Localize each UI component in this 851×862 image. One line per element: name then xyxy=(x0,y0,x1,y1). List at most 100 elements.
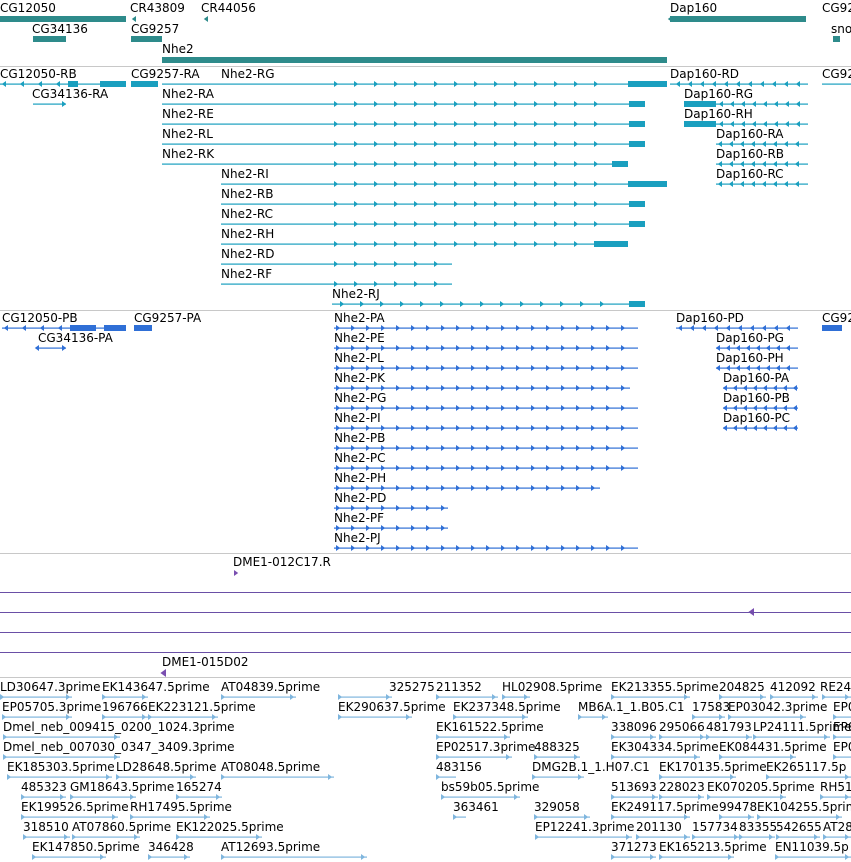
transcript-feature[interactable] xyxy=(574,241,579,247)
transcript-feature[interactable] xyxy=(534,221,539,227)
est-label[interactable]: AT04839.5prime xyxy=(221,681,320,694)
transcript-feature[interactable] xyxy=(454,241,459,247)
est-label[interactable]: 513693 xyxy=(611,781,657,794)
protein-feature[interactable] xyxy=(591,485,596,491)
est-label[interactable]: EK185303.5prime xyxy=(7,761,115,774)
est-label[interactable]: 412092 xyxy=(770,681,816,694)
transcript-feature[interactable] xyxy=(554,201,559,207)
transcript-feature[interactable] xyxy=(514,201,519,207)
est-feature[interactable] xyxy=(611,696,690,698)
est-feature[interactable] xyxy=(578,774,583,780)
protein-feature[interactable] xyxy=(426,445,431,451)
transcript-feature[interactable] xyxy=(354,201,359,207)
est-label[interactable]: 201130 xyxy=(636,821,682,834)
protein-feature[interactable] xyxy=(531,385,536,391)
est-label[interactable]: EK304334.5prime xyxy=(611,741,719,754)
est-feature[interactable] xyxy=(684,814,689,820)
est-feature[interactable] xyxy=(116,776,196,778)
gene-feature[interactable] xyxy=(667,16,672,22)
est-label[interactable]: EK213355.5prime xyxy=(611,681,719,694)
est-feature[interactable] xyxy=(757,816,842,818)
protein-label[interactable]: Dap160-PC xyxy=(723,412,790,425)
transcript-feature[interactable] xyxy=(675,81,680,87)
protein-feature[interactable] xyxy=(411,405,416,411)
transcript-feature[interactable] xyxy=(221,183,667,185)
transcript-feature[interactable] xyxy=(414,121,419,127)
transcript-label[interactable]: CG92 xyxy=(822,68,851,81)
protein-feature[interactable] xyxy=(576,325,581,331)
est-label[interactable]: EP0 xyxy=(833,701,851,714)
protein-label[interactable]: Dap160-PD xyxy=(676,312,744,325)
protein-feature[interactable] xyxy=(621,545,626,551)
est-feature[interactable] xyxy=(775,856,851,858)
transcript-label[interactable]: Nhe2-RJ xyxy=(332,288,380,301)
transcript-feature[interactable] xyxy=(629,301,645,307)
transcript-feature[interactable] xyxy=(600,301,605,307)
est-label[interactable]: 318510 xyxy=(23,821,69,834)
transcript-feature[interactable] xyxy=(354,161,359,167)
gene-feature[interactable] xyxy=(833,36,840,42)
transcript-feature[interactable] xyxy=(394,121,399,127)
transcript-label[interactable]: Nhe2-RF xyxy=(221,268,272,281)
protein-feature[interactable] xyxy=(441,545,446,551)
transcript-feature[interactable] xyxy=(334,81,339,87)
transcript-feature[interactable] xyxy=(332,303,645,305)
gene-feature[interactable] xyxy=(670,16,806,22)
protein-feature[interactable] xyxy=(426,505,431,511)
protein-feature[interactable] xyxy=(486,385,491,391)
protein-feature[interactable] xyxy=(441,405,446,411)
transcript-feature[interactable] xyxy=(822,83,851,85)
transcript-feature[interactable] xyxy=(772,181,777,187)
transcript-feature[interactable] xyxy=(494,101,499,107)
est-label[interactable]: 157734 xyxy=(692,821,738,834)
transcript-feature[interactable] xyxy=(454,221,459,227)
transcript-feature[interactable] xyxy=(628,81,667,87)
transcript-feature[interactable] xyxy=(629,121,645,127)
est-label[interactable]: 325275 xyxy=(389,681,435,694)
protein-feature[interactable] xyxy=(396,485,401,491)
protein-feature[interactable] xyxy=(351,545,356,551)
protein-feature[interactable] xyxy=(785,345,790,351)
protein-label[interactable]: CG12050-PB xyxy=(2,312,78,325)
transcript-feature[interactable] xyxy=(574,121,579,127)
transcript-feature[interactable] xyxy=(717,181,722,187)
protein-feature[interactable] xyxy=(561,425,566,431)
protein-feature[interactable] xyxy=(34,345,39,351)
est-feature[interactable] xyxy=(719,696,766,698)
transcript-feature[interactable] xyxy=(334,241,339,247)
transcript-feature[interactable] xyxy=(394,101,399,107)
est-feature[interactable] xyxy=(148,854,153,860)
transcript-feature[interactable] xyxy=(594,181,599,187)
transcript-feature[interactable] xyxy=(334,181,339,187)
protein-feature[interactable] xyxy=(456,325,461,331)
protein-feature[interactable] xyxy=(591,405,596,411)
transcript-feature[interactable] xyxy=(434,281,439,287)
protein-feature[interactable] xyxy=(62,345,67,351)
protein-feature[interactable] xyxy=(606,445,611,451)
transcript-feature[interactable] xyxy=(454,201,459,207)
est-label[interactable]: bs59b05.5prime xyxy=(441,781,539,794)
protein-feature[interactable] xyxy=(411,345,416,351)
transcript-feature[interactable] xyxy=(354,81,359,87)
est-feature[interactable] xyxy=(845,854,850,860)
transcript-feature[interactable] xyxy=(420,301,425,307)
est-feature[interactable] xyxy=(338,714,343,720)
transcript-feature[interactable] xyxy=(354,221,359,227)
protein-feature[interactable] xyxy=(606,545,611,551)
protein-feature[interactable] xyxy=(792,385,797,391)
protein-feature[interactable] xyxy=(381,545,386,551)
transcript-feature[interactable] xyxy=(162,143,645,145)
transcript-feature[interactable] xyxy=(374,261,379,267)
est-feature[interactable] xyxy=(611,756,700,758)
clone-label[interactable]: DME1-012C17.R xyxy=(233,556,331,569)
protein-feature[interactable] xyxy=(501,325,506,331)
protein-feature[interactable] xyxy=(396,365,401,371)
protein-feature[interactable] xyxy=(561,465,566,471)
protein-label[interactable]: Nhe2-PK xyxy=(334,372,385,385)
protein-label[interactable]: Nhe2-PD xyxy=(334,492,386,505)
transcript-feature[interactable] xyxy=(454,101,459,107)
protein-feature[interactable] xyxy=(792,405,797,411)
transcript-feature[interactable] xyxy=(434,141,439,147)
transcript-feature[interactable] xyxy=(354,141,359,147)
est-feature[interactable] xyxy=(102,716,148,718)
